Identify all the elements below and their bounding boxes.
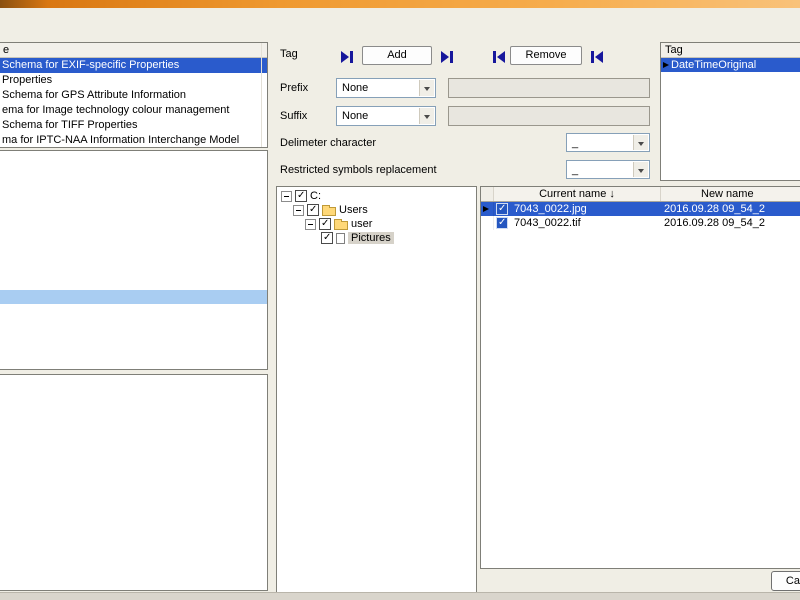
- chevron-down-icon: [419, 80, 434, 96]
- folder-tree: C: Users user Pictures: [276, 186, 477, 593]
- tree-node-label: Pictures: [348, 232, 394, 244]
- new-file-name: 2016.09.28 09_54_2: [664, 203, 765, 215]
- list-item[interactable]: Schema for TIFF Properties: [0, 118, 267, 133]
- list-item[interactable]: ma for IPTC-NAA Information Interchange …: [0, 133, 267, 147]
- properties-list: [0, 150, 268, 370]
- cancel-button[interactable]: Cancel: [771, 571, 800, 591]
- collapse-icon[interactable]: [281, 190, 292, 202]
- skip-backward-icon-1[interactable]: [492, 51, 506, 63]
- folder-icon: [322, 204, 336, 216]
- document-icon: [336, 232, 345, 244]
- add-button[interactable]: Add: [362, 46, 432, 65]
- row-indicator-icon: [663, 62, 669, 68]
- restricted-selected-value: _: [572, 164, 579, 176]
- current-name-label: Current name: [539, 188, 607, 200]
- selected-tags-list: Tag DateTimeOriginal: [660, 42, 800, 181]
- checkbox-checked[interactable]: [496, 203, 508, 215]
- file-rename-list: Current name ↓ New name 7043_0022.jpg 20…: [480, 186, 800, 569]
- table-row[interactable]: 7043_0022.tif 2016.09.28 09_54_2: [481, 216, 800, 230]
- remove-button[interactable]: Remove: [510, 46, 582, 65]
- schema-list-header[interactable]: e: [0, 43, 267, 58]
- tree-node-label: user: [351, 218, 373, 230]
- collapse-icon[interactable]: [305, 218, 316, 230]
- schema-list: e Schema for EXIF-specific Properties Pr…: [0, 42, 268, 148]
- prefix-select[interactable]: None: [336, 78, 436, 98]
- tree-node-label: C:: [310, 190, 321, 202]
- row-gutter: [481, 202, 494, 216]
- status-bar: [0, 592, 800, 600]
- delimiter-select[interactable]: _: [566, 133, 650, 152]
- tree-node-pictures[interactable]: Pictures: [277, 231, 476, 245]
- collapse-icon[interactable]: [293, 204, 304, 216]
- header-gutter: [481, 187, 494, 201]
- list-item[interactable]: ema for Image technology colour manageme…: [0, 103, 267, 118]
- prefix-label: Prefix: [280, 82, 309, 94]
- list-item[interactable]: Schema for EXIF-specific Properties: [0, 58, 267, 73]
- tree-node-label: Users: [339, 204, 368, 216]
- folder-icon: [334, 218, 348, 230]
- row-gutter: [481, 216, 494, 230]
- current-name-column-header[interactable]: Current name ↓: [494, 187, 661, 201]
- delimiter-label: Delimeter character: [280, 137, 376, 149]
- list-item[interactable]: Properties: [0, 73, 267, 88]
- tree-node-drive-c[interactable]: C:: [277, 189, 476, 203]
- checkbox-checked[interactable]: [321, 232, 333, 244]
- selected-placeholder-row[interactable]: [0, 290, 267, 304]
- list-item[interactable]: Schema for GPS Attribute Information: [0, 88, 267, 103]
- checkbox-checked[interactable]: [295, 190, 307, 202]
- values-list: [0, 374, 268, 591]
- prefix-custom-input[interactable]: [448, 78, 650, 98]
- row-indicator-icon: [483, 206, 489, 212]
- restricted-symbols-label: Restricted symbols replacement: [280, 164, 437, 176]
- skip-backward-icon-2[interactable]: [590, 51, 604, 63]
- suffix-selected-value: None: [342, 110, 369, 122]
- suffix-custom-input[interactable]: [448, 106, 650, 126]
- suffix-select[interactable]: None: [336, 106, 436, 126]
- chevron-down-icon: [633, 135, 648, 150]
- tag-name: DateTimeOriginal: [671, 59, 757, 71]
- titlebar: [0, 0, 800, 8]
- checkbox-checked[interactable]: [307, 204, 319, 216]
- skip-forward-icon-1[interactable]: [340, 51, 354, 63]
- skip-forward-icon-2[interactable]: [440, 51, 454, 63]
- checkbox-checked[interactable]: [319, 218, 331, 230]
- chevron-down-icon: [633, 162, 648, 177]
- chevron-down-icon: [419, 108, 434, 124]
- tag-label: Tag: [280, 48, 298, 60]
- sort-descending-icon: ↓: [609, 188, 615, 200]
- file-list-header: Current name ↓ New name: [481, 187, 800, 202]
- delimiter-selected-value: _: [572, 137, 579, 149]
- restricted-symbols-select[interactable]: _: [566, 160, 650, 179]
- tree-node-user[interactable]: user: [277, 217, 476, 231]
- checkbox-checked[interactable]: [496, 217, 508, 229]
- new-file-name: 2016.09.28 09_54_2: [664, 217, 765, 229]
- tag-column-header[interactable]: Tag: [661, 43, 800, 58]
- current-file-name: 7043_0022.jpg: [514, 203, 587, 215]
- new-name-column-header[interactable]: New name: [661, 187, 800, 201]
- suffix-label: Suffix: [280, 110, 308, 122]
- current-file-name: 7043_0022.tif: [514, 217, 581, 229]
- prefix-selected-value: None: [342, 82, 369, 94]
- column-divider: [261, 43, 262, 147]
- list-item[interactable]: DateTimeOriginal: [661, 58, 800, 72]
- table-row[interactable]: 7043_0022.jpg 2016.09.28 09_54_2: [481, 202, 800, 216]
- tree-node-users[interactable]: Users: [277, 203, 476, 217]
